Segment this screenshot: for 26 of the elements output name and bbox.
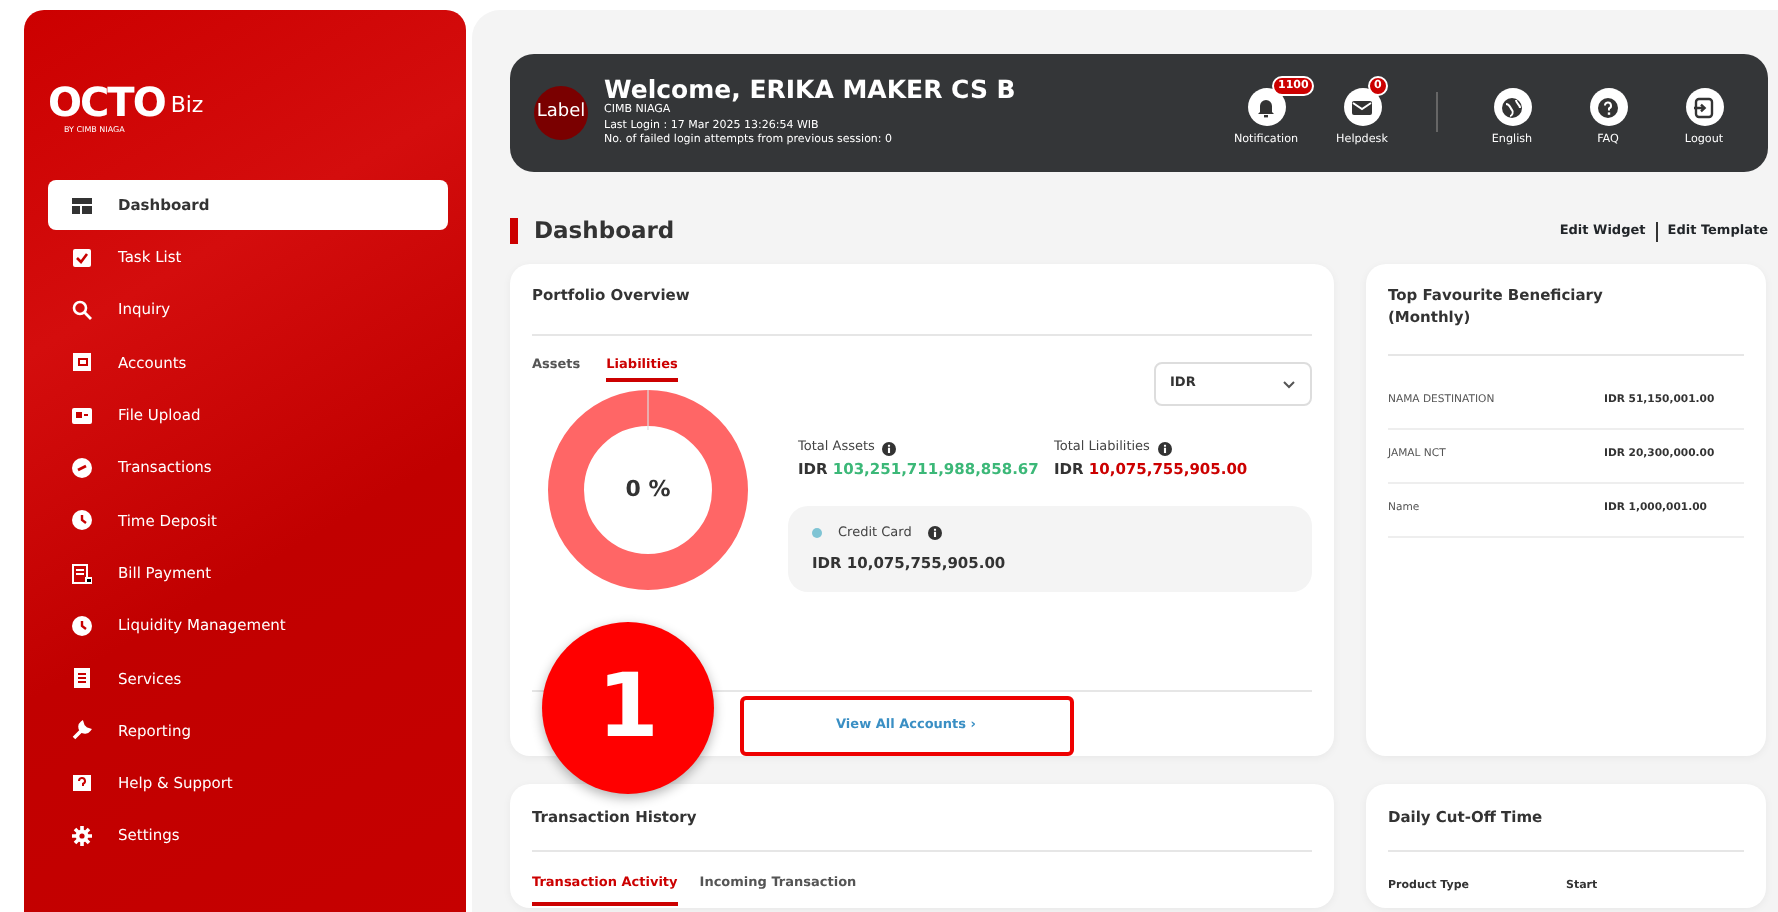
wrench-icon [72, 720, 92, 741]
document-icon [72, 668, 92, 689]
page-title: Dashboard [510, 218, 675, 244]
info-icon [882, 441, 897, 456]
logout-icon [1692, 95, 1716, 120]
help-icon [72, 773, 92, 794]
help-icon [1596, 95, 1620, 120]
info-icon [927, 526, 942, 541]
gear-icon [72, 826, 92, 847]
grid-icon [72, 195, 92, 215]
clipboard-icon [72, 247, 92, 268]
donut-percent: 0 % [625, 474, 671, 506]
clock-icon [72, 615, 92, 636]
bell-icon [1254, 95, 1278, 120]
welcome-title: Welcome, ERIKA MAKER CS B [604, 76, 1018, 105]
envelope-icon [1350, 95, 1374, 120]
card-icon [72, 405, 92, 426]
clock-icon [72, 510, 92, 531]
logo-wordmark: OCTO [48, 82, 165, 122]
wallet-icon [72, 352, 92, 373]
search-icon [72, 300, 92, 321]
chevron-down-icon [1282, 379, 1296, 390]
avatar-circle: Label [534, 86, 588, 140]
receipt-icon [72, 563, 92, 584]
info-icon [1157, 441, 1172, 456]
logo-suffix: Biz [170, 89, 204, 121]
